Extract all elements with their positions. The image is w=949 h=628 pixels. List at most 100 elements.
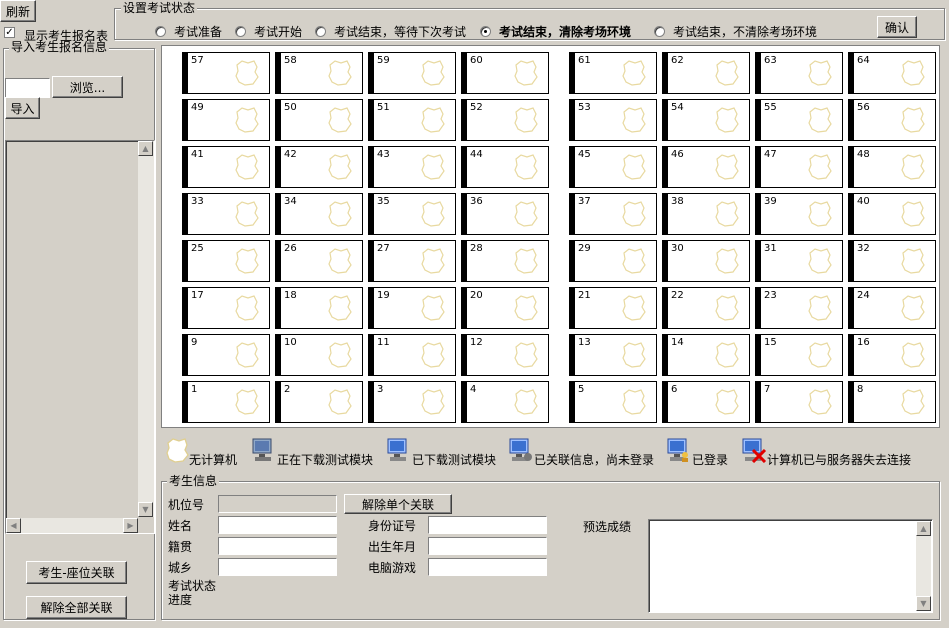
seat-cell[interactable]: 56 [848, 99, 936, 141]
state-option-end-keep[interactable]: 考试结束，不清除考场环境 [654, 23, 817, 40]
scroll-up-icon[interactable]: ▲ [138, 141, 153, 156]
seat-status-bar [462, 335, 467, 375]
seat-cell[interactable]: 62 [662, 52, 750, 94]
seat-cell[interactable]: 14 [662, 334, 750, 376]
seat-cell[interactable]: 34 [275, 193, 363, 235]
seat-cell[interactable]: 38 [662, 193, 750, 235]
seat-cell[interactable]: 39 [755, 193, 843, 235]
id-number-field[interactable] [428, 516, 547, 534]
no-computer-icon [514, 201, 538, 227]
seat-cell[interactable]: 5 [569, 381, 657, 423]
seat-cell[interactable]: 8 [848, 381, 936, 423]
seat-number: 53 [578, 102, 591, 113]
seat-cell[interactable]: 15 [755, 334, 843, 376]
link-student-seat-button[interactable]: 考生-座位关联 [26, 561, 127, 584]
computer-game-field[interactable] [428, 558, 547, 576]
seat-cell[interactable]: 35 [368, 193, 456, 235]
seat-cell[interactable]: 42 [275, 146, 363, 188]
import-group-title: 导入考生报名信息 [9, 40, 110, 54]
birth-date-field[interactable] [428, 537, 547, 555]
seat-cell[interactable]: 24 [848, 287, 936, 329]
seat-cell[interactable]: 29 [569, 240, 657, 282]
seat-cell[interactable]: 37 [569, 193, 657, 235]
unlink-single-button[interactable]: 解除单个关联 [344, 494, 452, 514]
seat-cell[interactable]: 46 [662, 146, 750, 188]
seat-cell[interactable]: 44 [461, 146, 549, 188]
vertical-scrollbar[interactable] [138, 141, 154, 517]
scroll-up-icon[interactable]: ▲ [916, 521, 931, 536]
seat-cell[interactable]: 61 [569, 52, 657, 94]
seat-cell[interactable]: 43 [368, 146, 456, 188]
seat-cell[interactable]: 20 [461, 287, 549, 329]
prescore-textarea[interactable] [648, 519, 933, 613]
name-field[interactable] [218, 516, 337, 534]
seat-cell[interactable]: 41 [182, 146, 270, 188]
seat-cell[interactable]: 26 [275, 240, 363, 282]
no-computer-icon [622, 342, 646, 368]
seat-cell[interactable]: 7 [755, 381, 843, 423]
seat-cell[interactable]: 27 [368, 240, 456, 282]
confirm-button[interactable]: 确认 [877, 16, 917, 38]
seat-cell[interactable]: 49 [182, 99, 270, 141]
seat-cell[interactable]: 33 [182, 193, 270, 235]
seat-cell[interactable]: 3 [368, 381, 456, 423]
seat-cell[interactable]: 28 [461, 240, 549, 282]
show-table-checkbox[interactable]: ✓ [4, 27, 15, 38]
seat-cell[interactable]: 4 [461, 381, 549, 423]
state-option-prepare[interactable]: 考试准备 [155, 23, 222, 40]
seat-cell[interactable]: 54 [662, 99, 750, 141]
seat-cell[interactable]: 53 [569, 99, 657, 141]
seat-cell[interactable]: 58 [275, 52, 363, 94]
seat-cell[interactable]: 21 [569, 287, 657, 329]
urban-rural-field[interactable] [218, 558, 337, 576]
seat-cell[interactable]: 45 [569, 146, 657, 188]
scroll-down-icon[interactable]: ▼ [916, 596, 931, 611]
registration-list[interactable] [5, 140, 155, 534]
scroll-right-icon[interactable]: ▶ [123, 518, 138, 533]
seat-cell[interactable]: 59 [368, 52, 456, 94]
seat-cell[interactable]: 1 [182, 381, 270, 423]
seat-cell[interactable]: 40 [848, 193, 936, 235]
scroll-down-icon[interactable]: ▼ [138, 502, 153, 517]
seat-cell[interactable]: 9 [182, 334, 270, 376]
file-path-input[interactable] [5, 78, 50, 98]
seat-cell[interactable]: 6 [662, 381, 750, 423]
seat-cell[interactable]: 25 [182, 240, 270, 282]
seat-cell[interactable]: 52 [461, 99, 549, 141]
browse-button[interactable]: 浏览... [52, 76, 123, 98]
state-option-start[interactable]: 考试开始 [235, 23, 302, 40]
seat-cell[interactable]: 36 [461, 193, 549, 235]
import-button[interactable]: 导入 [5, 97, 40, 119]
seat-cell[interactable]: 23 [755, 287, 843, 329]
seat-cell[interactable]: 31 [755, 240, 843, 282]
seat-cell[interactable]: 51 [368, 99, 456, 141]
seat-cell[interactable]: 13 [569, 334, 657, 376]
seat-cell[interactable]: 11 [368, 334, 456, 376]
seat-number: 11 [377, 337, 390, 348]
unlink-all-button[interactable]: 解除全部关联 [26, 596, 127, 619]
scroll-left-icon[interactable]: ◀ [6, 518, 21, 533]
native-place-field[interactable] [218, 537, 337, 555]
seat-cell[interactable]: 50 [275, 99, 363, 141]
seat-cell[interactable]: 55 [755, 99, 843, 141]
seat-cell[interactable]: 48 [848, 146, 936, 188]
horizontal-scrollbar[interactable] [6, 518, 138, 533]
seat-cell[interactable]: 22 [662, 287, 750, 329]
state-option-end-clear[interactable]: 考试结束，清除考场环境 [480, 23, 631, 40]
seat-cell[interactable]: 16 [848, 334, 936, 376]
seat-cell[interactable]: 18 [275, 287, 363, 329]
seat-cell[interactable]: 19 [368, 287, 456, 329]
seat-cell[interactable]: 32 [848, 240, 936, 282]
seat-cell[interactable]: 10 [275, 334, 363, 376]
seat-cell[interactable]: 57 [182, 52, 270, 94]
seat-cell[interactable]: 63 [755, 52, 843, 94]
seat-cell[interactable]: 60 [461, 52, 549, 94]
seat-cell[interactable]: 64 [848, 52, 936, 94]
seat-cell[interactable]: 30 [662, 240, 750, 282]
seat-cell[interactable]: 2 [275, 381, 363, 423]
seat-cell[interactable]: 17 [182, 287, 270, 329]
state-option-end-wait[interactable]: 考试结束，等待下次考试 [315, 23, 466, 40]
refresh-button[interactable]: 刷新 [0, 0, 36, 22]
seat-cell[interactable]: 12 [461, 334, 549, 376]
seat-cell[interactable]: 47 [755, 146, 843, 188]
